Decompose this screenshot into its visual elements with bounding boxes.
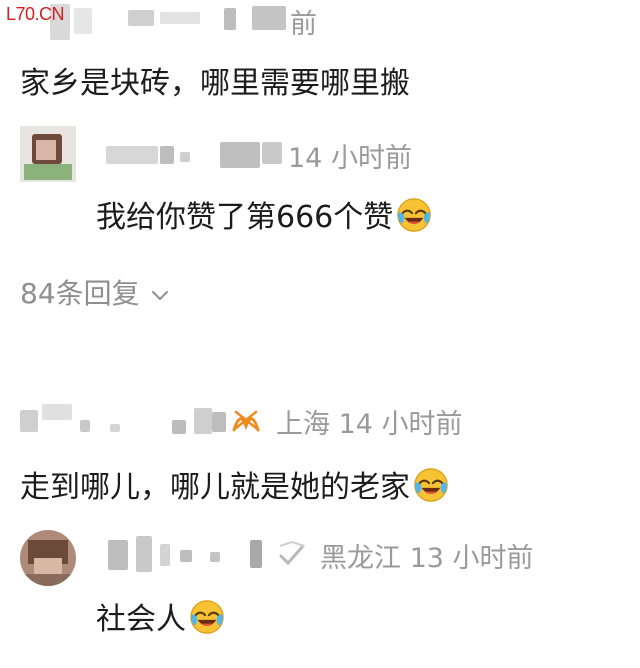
avatar[interactable]: [20, 530, 76, 586]
level-badge-icon: [232, 410, 260, 432]
comment-time: 14 小时前: [338, 409, 463, 440]
comment-location: 上海: [276, 409, 330, 440]
replies-count-label: 84条回复: [20, 277, 140, 310]
laugh-cry-emoji-icon: [395, 196, 433, 234]
comment-meta: 黑龙江 13 小时前: [320, 536, 534, 575]
level-badge-icon: [279, 540, 305, 566]
chevron-down-icon: [151, 291, 168, 301]
comment-location: 黑龙江: [320, 543, 401, 574]
comment-time-partial: 前: [290, 9, 317, 40]
comment-content: 家乡是块砖，哪里需要哪里搬: [20, 66, 410, 101]
watermark-text: L70.CN: [6, 4, 65, 24]
avatar[interactable]: [20, 126, 76, 182]
view-replies-link[interactable]: 84条回复: [20, 272, 171, 312]
comment-text: 我给你赞了第666个赞: [96, 200, 394, 235]
comment-time: 14 小时前: [288, 143, 412, 174]
laugh-cry-emoji-icon: [412, 466, 450, 504]
comment-content: 我给你赞了第666个赞: [96, 192, 433, 236]
comment-time: 13 小时前: [409, 543, 534, 574]
comment-text: 社会人: [96, 602, 186, 637]
comment-meta: 上海 14 小时前: [276, 402, 463, 441]
laugh-cry-emoji-icon: [188, 598, 226, 636]
comment-content: 社会人: [96, 594, 226, 638]
comment-content: 走到哪儿，哪儿就是她的老家: [20, 462, 450, 506]
comment-text: 走到哪儿，哪儿就是她的老家: [20, 470, 410, 505]
